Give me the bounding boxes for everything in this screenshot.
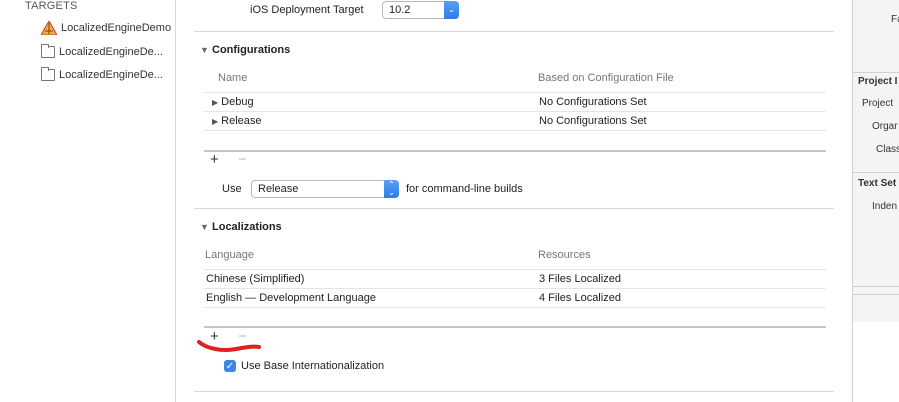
base-internationalization-option[interactable]: ✓ Use Base Internationalization [224,360,384,372]
config-file-cell[interactable]: No Configurations Set [539,115,647,127]
table-row[interactable]: ▶ Debug [212,96,254,108]
command-line-config-popup[interactable]: Release ⌃ ⌄ [251,180,399,198]
section-divider [194,391,834,392]
column-header-name[interactable]: Name [218,72,247,84]
library-pane [853,322,899,402]
command-line-builds-label: for command-line builds [406,183,523,195]
localization-language[interactable]: Chinese (Simplified) [206,273,304,285]
localization-resources[interactable]: 4 Files Localized [539,292,621,304]
column-header-resources[interactable]: Resources [538,249,591,261]
command-line-config-value: Release [258,183,299,195]
config-file-cell[interactable]: No Configurations Set [539,96,647,108]
text-settings-heading: Text Set [858,178,897,189]
table-bottom-border [204,150,826,152]
table-header-divider [204,92,826,93]
config-name: Debug [221,96,254,108]
project-document-heading: Project I [858,76,898,87]
localizations-title: Localizations [212,221,282,233]
stepper-arrows-icon: ⌃ ⌄ [384,180,399,198]
checkbox-checked-icon[interactable]: ✓ [224,360,236,372]
deployment-target-popup[interactable]: 10.2 ⌄ [382,1,459,19]
row-divider [204,130,826,131]
inspector-divider-line [853,294,899,295]
targets-heading: TARGETS [25,0,78,12]
configurations-header[interactable]: ▼ Configurations [200,44,290,56]
column-header-language[interactable]: Language [205,249,254,261]
localization-resources[interactable]: 3 Files Localized [539,273,621,285]
column-header-config-file[interactable]: Based on Configuration File [538,72,674,84]
section-divider [194,208,834,209]
inspector-pane: Fa Project I Project Orgar Class Text Se… [853,0,899,402]
row-divider [204,307,826,308]
localizations-header[interactable]: ▼ Localizations [200,221,282,233]
app-icon [40,19,58,36]
chevron-down-icon: ⌄ [444,1,459,19]
inspector-divider-line [853,286,899,287]
disclosure-triangle-icon[interactable]: ▶ [212,98,218,107]
inspector-divider-line [853,72,899,73]
section-divider [194,31,834,32]
table-row[interactable]: ▶ Release [212,115,262,127]
target-label: LocalizedEngineDe... [59,69,163,81]
target-label: LocalizedEngineDe... [59,46,163,58]
disclosure-triangle-icon[interactable]: ▶ [212,117,218,126]
config-name: Release [221,115,262,127]
target-label: LocalizedEngineDemo [61,22,172,34]
target-item-app[interactable]: LocalizedEngineDemo [40,19,172,37]
project-info-editor: iOS Deployment Target 10.2 ⌄ ▼ Configura… [176,0,852,402]
table-header-divider [204,269,826,270]
project-format-label: Project [862,98,894,109]
indent-label: Inden [872,201,898,212]
base-internationalization-label: Use Base Internationalization [241,360,385,372]
class-prefix-label: Class [876,144,899,155]
inspector-file-label: Fa [891,14,899,25]
organization-label: Orgar [872,121,898,132]
row-divider [204,288,826,289]
inspector-divider-line [853,172,899,173]
deployment-target-label: iOS Deployment Target [250,4,364,16]
target-item-uitests[interactable]: LocalizedEngineDe... [41,66,163,84]
target-item-tests[interactable]: LocalizedEngineDe... [41,43,163,61]
configurations-title: Configurations [212,44,291,56]
red-annotation-underline [197,340,261,353]
deployment-target-value: 10.2 [389,4,411,16]
row-divider [204,111,826,112]
folder-icon [41,44,55,58]
disclosure-triangle-icon[interactable]: ▼ [200,222,212,232]
add-configuration-button[interactable]: + [210,151,219,168]
use-label: Use [222,183,242,195]
disclosure-triangle-icon[interactable]: ▼ [200,45,212,55]
remove-configuration-button[interactable]: − [238,151,247,168]
targets-pane: TARGETS LocalizedEngineDemo LocalizedEng… [0,0,175,402]
table-bottom-border [204,326,826,328]
folder-icon [41,67,55,81]
localization-language[interactable]: English — Development Language [206,292,376,304]
